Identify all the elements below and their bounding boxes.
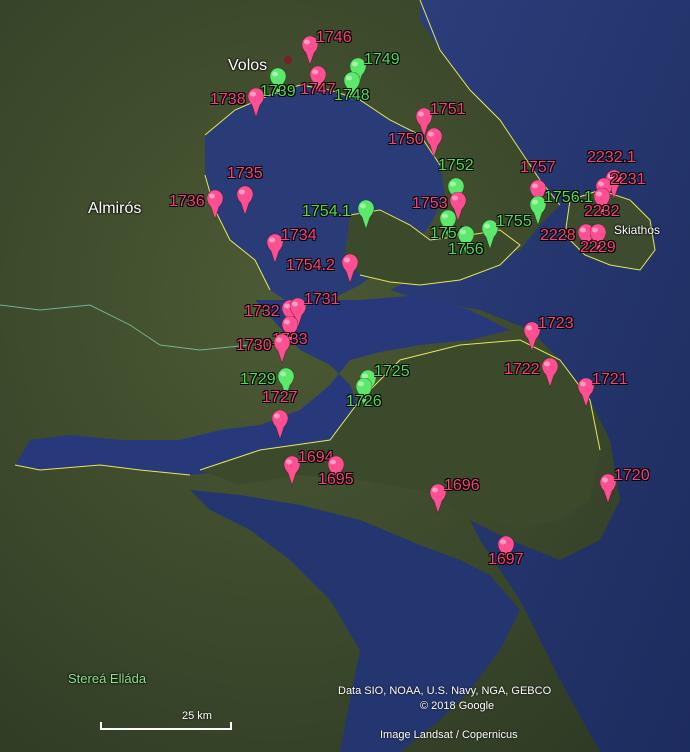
map-marker-1696[interactable]: 1696: [430, 478, 480, 514]
marker-label: 1754.1: [302, 203, 351, 220]
marker-label: 1696: [444, 477, 480, 494]
marker-label: 1751: [430, 101, 466, 118]
marker-label: 1721: [592, 371, 628, 388]
marker-label: 1697: [488, 551, 524, 568]
marker-label: 1732: [244, 303, 280, 320]
map-pin-icon: [274, 334, 290, 364]
map-marker-1721[interactable]: 1721: [578, 372, 628, 408]
marker-label: 1722: [504, 361, 540, 378]
marker-label: 1752: [438, 157, 474, 174]
map-pin-icon: [342, 254, 358, 284]
satellite-terrain: [0, 0, 690, 752]
map-view[interactable]: Volos Almirós Skiathos Stereá Elláda 174…: [0, 0, 690, 752]
marker-label: 2232: [584, 203, 620, 220]
map-pin-icon: [426, 128, 442, 158]
marker-label: 1756: [448, 241, 484, 258]
marker-label: 1730: [236, 337, 272, 354]
marker-label: 1725: [374, 363, 410, 380]
map-marker-1730[interactable]: 1730: [236, 334, 290, 364]
map-marker-1754[interactable]: 1754: [430, 210, 466, 242]
map-pin-icon: [237, 186, 253, 216]
marker-label: 1727: [262, 389, 298, 406]
map-marker-1726[interactable]: 1726: [346, 378, 382, 410]
map-marker-1720[interactable]: 1720: [600, 468, 650, 504]
marker-label: 1739: [260, 83, 296, 100]
map-pin-icon: [358, 200, 374, 230]
place-almiros: Almirós: [88, 200, 142, 217]
place-volos: Volos: [228, 57, 268, 74]
scale-bar: 25 km: [100, 710, 232, 730]
marker-label: 1729: [240, 371, 276, 388]
map-marker-1697[interactable]: 1697: [488, 536, 524, 568]
marker-label: 1731: [304, 291, 340, 308]
map-marker-1754-1[interactable]: 1754.1: [302, 200, 374, 230]
marker-label: 1726: [346, 393, 382, 410]
place-sterea-ellada: Stereá Elláda: [68, 671, 147, 686]
map-pin-icon: [272, 410, 288, 440]
marker-label: 2228: [540, 227, 576, 244]
marker-label: 1720: [614, 467, 650, 484]
marker-label: 1747: [300, 81, 336, 98]
map-pin-icon: [207, 190, 223, 220]
map-marker-1738[interactable]: 1738: [210, 88, 264, 118]
marker-label: 1723: [538, 315, 574, 332]
map-pin-icon: [248, 88, 264, 118]
map-marker-1695[interactable]: 1695: [318, 456, 354, 488]
map-marker-1747[interactable]: 1747: [300, 66, 336, 98]
marker-label: 1736: [169, 193, 205, 210]
marker-label: 1746: [316, 29, 352, 46]
marker-label: 1749: [364, 51, 400, 68]
map-marker-2229[interactable]: 2229: [580, 224, 616, 256]
map-marker-2232[interactable]: 2232: [584, 188, 620, 220]
volos-city-dot: [284, 56, 292, 64]
map-marker-1754-2[interactable]: 1754.2: [286, 254, 358, 284]
map-marker-1748[interactable]: 1748: [334, 72, 370, 104]
scale-bar-line: [100, 722, 232, 730]
map-marker-1756[interactable]: 1756: [448, 226, 484, 258]
attribution-copyright: © 2018 Google: [420, 700, 495, 712]
map-marker-1722[interactable]: 1722: [504, 358, 558, 388]
map-marker-1746[interactable]: 1746: [302, 30, 352, 66]
map-marker-1756-1[interactable]: 1756.1: [530, 190, 593, 226]
map-marker-1694[interactable]: 1694: [284, 450, 334, 486]
marker-label: 2232.1: [587, 149, 636, 166]
map-marker-1755[interactable]: 1755: [482, 214, 532, 250]
marker-label: 1755: [496, 213, 532, 230]
marker-label: 1748: [334, 87, 370, 104]
attribution-image: Image Landsat / Copernicus: [380, 729, 518, 741]
attribution-data: Data SIO, NOAA, U.S. Navy, NGA, GEBCO: [338, 685, 552, 697]
map-marker-1736[interactable]: 1736: [169, 190, 223, 220]
map-marker-1723[interactable]: 1723: [524, 316, 574, 352]
map-marker-1727[interactable]: 1727: [262, 390, 298, 440]
marker-label: 1735: [227, 165, 263, 182]
marker-label: 1750: [388, 131, 424, 148]
marker-label: 1695: [318, 471, 354, 488]
map-pin-icon: [542, 358, 558, 388]
scale-bar-label: 25 km: [182, 710, 212, 722]
marker-label: 1754.2: [286, 257, 335, 274]
map-marker-1734[interactable]: 1734: [267, 228, 317, 264]
map-marker-1739[interactable]: 1739: [260, 68, 296, 100]
map-marker-1750[interactable]: 1750: [388, 128, 442, 158]
marker-label: 2229: [580, 239, 616, 256]
place-skiathos: Skiathos: [614, 223, 661, 237]
marker-label: 1738: [210, 91, 246, 108]
marker-label: 2231: [610, 171, 646, 188]
marker-label: 1757: [520, 159, 556, 176]
map-marker-1735[interactable]: 1735: [227, 166, 263, 216]
marker-label: 1734: [281, 227, 317, 244]
